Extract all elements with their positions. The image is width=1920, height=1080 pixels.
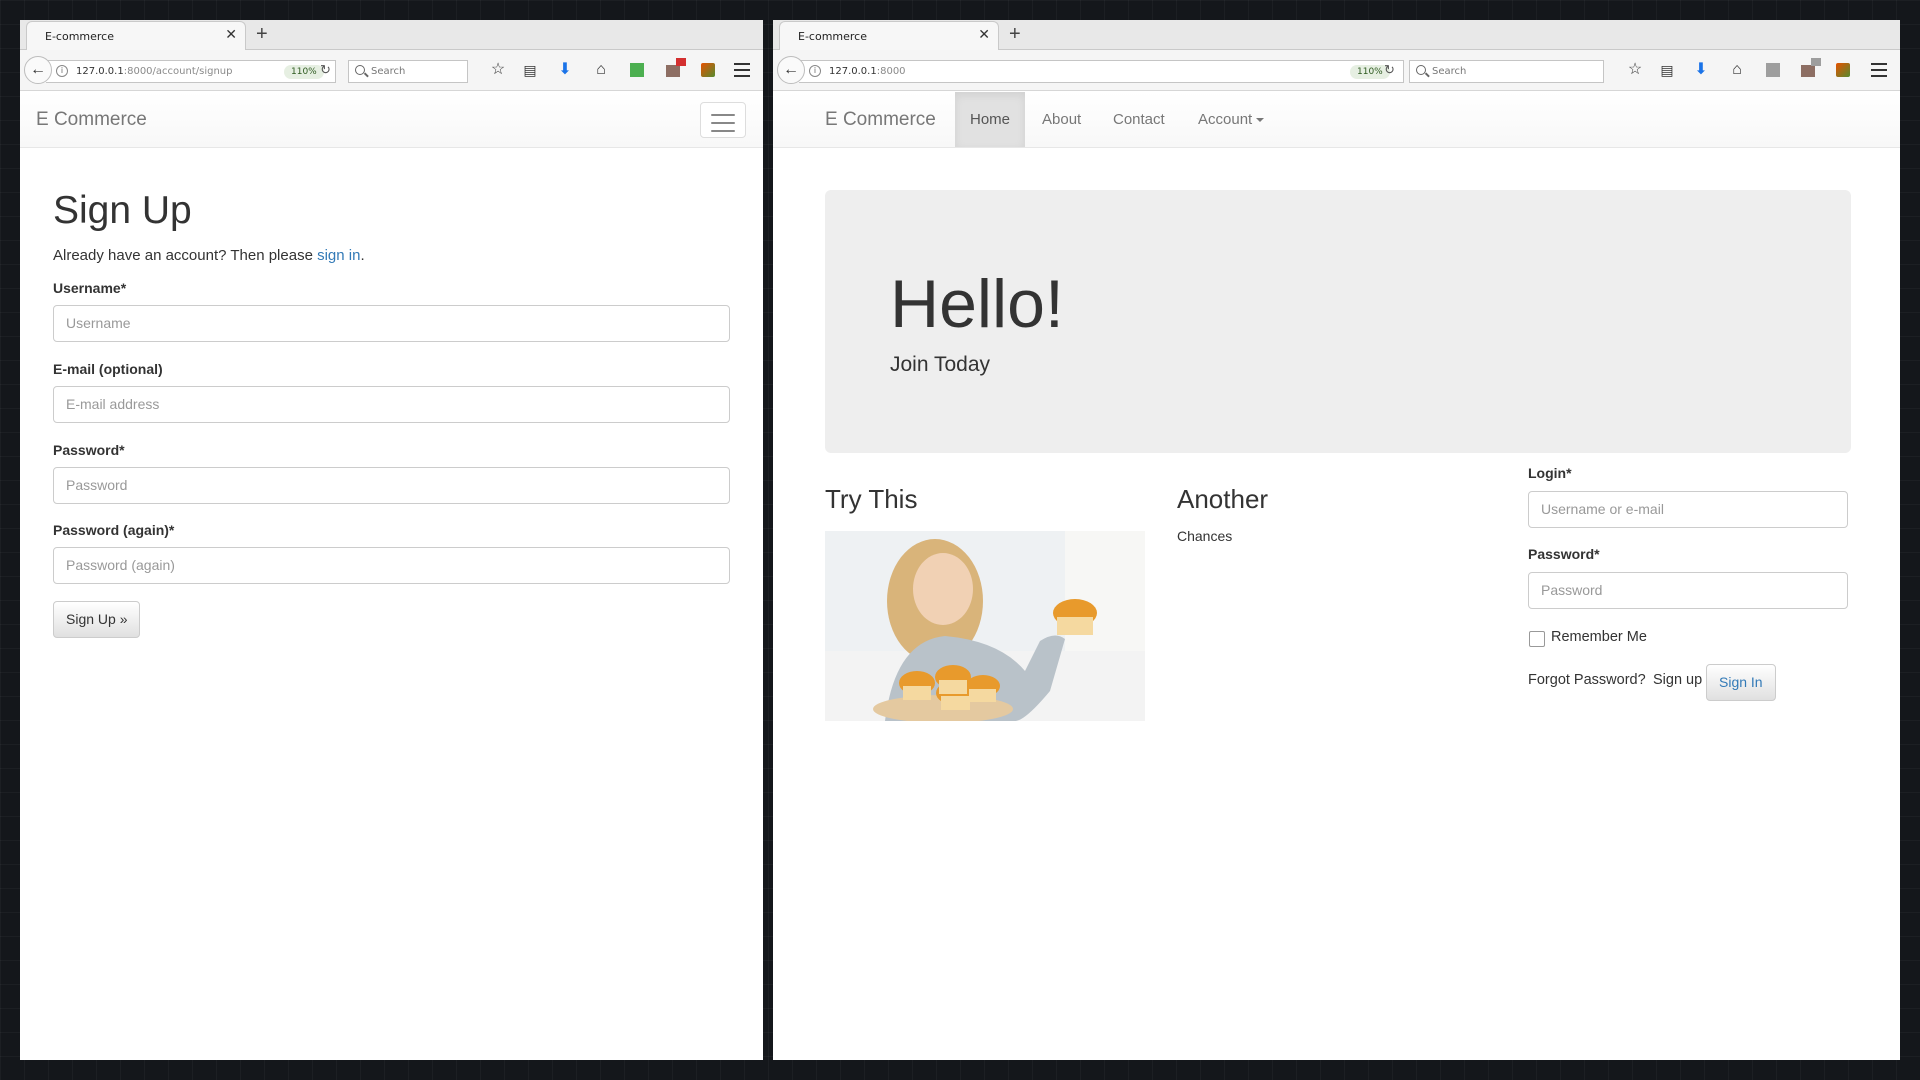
download-icon[interactable]: ⬇ (555, 60, 575, 80)
search-box[interactable]: Search (1409, 60, 1604, 83)
browser-toolbar: i 127.0.0.1:8000 110% ← ↻ Search ☆ ▤ ⬇ ⌂ (773, 50, 1900, 91)
signup-link[interactable]: Sign up (1653, 672, 1702, 688)
zoom-indicator[interactable]: 110% (284, 65, 324, 79)
page-content: E Commerce Sign Up Already have an accou… (20, 92, 763, 1060)
remember-me-checkbox[interactable] (1529, 631, 1545, 647)
jumbotron-subtitle: Join Today (890, 353, 991, 376)
page-title: Sign Up (53, 189, 192, 232)
col2-heading: Another (1177, 484, 1269, 514)
new-tab-icon[interactable]: + (1009, 24, 1021, 44)
extension-badge-icon[interactable] (1798, 58, 1821, 80)
tab-ecommerce[interactable]: E-commerce ✕ (26, 21, 246, 51)
site-navbar: E Commerce (20, 92, 763, 148)
search-placeholder: Search (371, 66, 406, 77)
login-input[interactable]: Username or e-mail (1528, 491, 1848, 528)
forgot-password-link[interactable]: Forgot Password? (1528, 672, 1646, 688)
col1-heading: Try This (825, 484, 918, 514)
reading-list-icon[interactable]: ▤ (520, 60, 540, 80)
home-icon[interactable]: ⌂ (1727, 60, 1747, 80)
url-bar[interactable]: i 127.0.0.1:8000 110% (799, 60, 1404, 83)
jumbotron-title: Hello! (890, 266, 1064, 342)
nav-account-dropdown[interactable]: Account (1183, 92, 1279, 147)
tab-strip: E-commerce ✕ + (773, 20, 1900, 51)
search-icon (1416, 65, 1426, 75)
extension-icon[interactable] (1833, 60, 1853, 80)
password-label: Password* (1528, 546, 1600, 562)
url-text: 127.0.0.1:8000 (829, 66, 906, 77)
username-input[interactable]: Username (53, 305, 730, 342)
nav-about[interactable]: About (1027, 92, 1096, 147)
back-icon[interactable]: ← (777, 56, 805, 84)
brand-link[interactable]: E Commerce (36, 109, 147, 131)
caret-down-icon (1256, 118, 1265, 123)
page-content: E Commerce Home About Contact Account He… (773, 92, 1900, 1060)
browser-window-left: E-commerce ✕ + i 127.0.0.1:8000/account/… (20, 20, 763, 1060)
nav-account-label: Account (1198, 111, 1253, 128)
back-icon[interactable]: ← (24, 56, 52, 84)
signin-link[interactable]: sign in (317, 247, 360, 264)
tab-ecommerce[interactable]: E-commerce ✕ (779, 21, 999, 51)
bookmark-star-icon[interactable]: ☆ (488, 60, 508, 80)
close-tab-icon[interactable]: ✕ (225, 27, 237, 43)
password-label: Password* (53, 442, 125, 458)
brand-link[interactable]: E Commerce (825, 109, 936, 131)
url-bar[interactable]: i 127.0.0.1:8000/account/signup 110% (46, 60, 336, 83)
extension-icon[interactable] (698, 60, 718, 80)
email-input[interactable]: E-mail address (53, 386, 730, 423)
search-placeholder: Search (1432, 66, 1467, 77)
extension-icon[interactable] (1763, 60, 1783, 80)
nav-contact[interactable]: Contact (1098, 92, 1180, 147)
search-icon (355, 65, 365, 75)
password-again-label: Password (again)* (53, 522, 175, 538)
new-tab-icon[interactable]: + (256, 24, 268, 44)
home-icon[interactable]: ⌂ (591, 60, 611, 80)
login-label: Login* (1528, 465, 1572, 481)
menu-icon[interactable] (1871, 63, 1887, 77)
info-icon[interactable]: i (56, 65, 68, 77)
site-navbar: E Commerce Home About Contact Account (773, 92, 1900, 148)
signup-button[interactable]: Sign Up » (53, 601, 141, 638)
nav-home[interactable]: Home (955, 92, 1026, 147)
browser-toolbar: i 127.0.0.1:8000/account/signup 110% ← ↻… (20, 50, 763, 91)
muffin-girl-image (825, 531, 1145, 721)
download-icon[interactable]: ⬇ (1691, 60, 1711, 80)
password-input[interactable]: Password (53, 467, 730, 504)
reload-icon[interactable]: ↻ (1384, 62, 1395, 78)
reload-icon[interactable]: ↻ (320, 62, 331, 78)
col2-text: Chances (1177, 528, 1233, 544)
username-label: Username* (53, 280, 127, 296)
extension-icon[interactable] (627, 60, 647, 80)
password-input[interactable]: Password (1528, 572, 1848, 609)
tab-title: E-commerce (798, 30, 867, 43)
navbar-toggle-button[interactable] (700, 102, 746, 138)
tab-title: E-commerce (45, 30, 114, 43)
email-label: E-mail (optional) (53, 361, 163, 377)
tab-strip: E-commerce ✕ + (20, 20, 763, 51)
reading-list-icon[interactable]: ▤ (1657, 60, 1677, 80)
remember-me-label: Remember Me (1551, 629, 1647, 645)
menu-icon[interactable] (734, 63, 750, 77)
signin-button[interactable]: Sign In (1706, 664, 1776, 701)
close-tab-icon[interactable]: ✕ (978, 27, 990, 43)
info-icon[interactable]: i (809, 65, 821, 77)
url-text: 127.0.0.1:8000/account/signup (76, 66, 233, 77)
photo-illustration (825, 531, 1145, 721)
password-again-input[interactable]: Password (again) (53, 547, 730, 584)
browser-window-right: E-commerce ✕ + i 127.0.0.1:8000 110% ← ↻… (773, 20, 1900, 1060)
extension-badge-icon[interactable] (663, 58, 686, 80)
bookmark-star-icon[interactable]: ☆ (1625, 60, 1645, 80)
jumbotron: Hello! Join Today (825, 190, 1851, 453)
signin-prompt: Already have an account? Then please sig… (53, 247, 365, 264)
search-box[interactable]: Search (348, 60, 468, 83)
